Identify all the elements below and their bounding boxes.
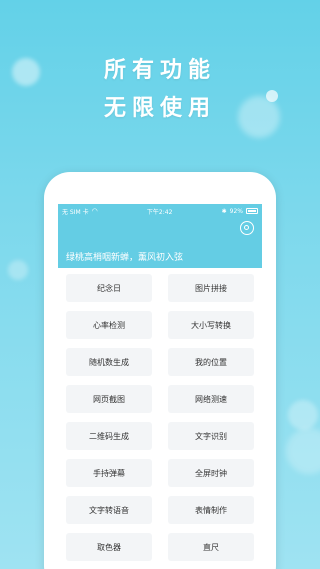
decor-bubble	[286, 428, 320, 474]
feature-button[interactable]: 直尺	[168, 533, 254, 561]
settings-gear-icon[interactable]	[240, 221, 254, 235]
feature-button[interactable]: 表情制作	[168, 496, 254, 524]
battery-percent: 92%	[229, 207, 243, 215]
feature-button[interactable]: 取色器	[66, 533, 152, 561]
status-bar: 无 SIM 卡 ◠ 下午2:42 ✱ 92%	[58, 204, 262, 218]
feature-button[interactable]: 心率检测	[66, 311, 152, 339]
feature-button[interactable]: 文字识别	[168, 422, 254, 450]
promo-headline-line2: 无限使用	[103, 96, 216, 121]
status-time: 下午2:42	[146, 208, 173, 216]
header-slogan: 绿桃高梢咽新蝉，薰风初入弦	[66, 253, 184, 263]
feature-button[interactable]: 文字转语音	[66, 496, 152, 524]
feature-button[interactable]: 手持弹幕	[66, 459, 152, 487]
wifi-icon: ◠	[91, 207, 98, 215]
carrier-label: 无 SIM 卡	[62, 208, 89, 216]
app-header: 无 SIM 卡 ◠ 下午2:42 ✱ 92% 绿桃高梢咽新蝉，薰风初入弦	[58, 204, 262, 268]
app-screen: 无 SIM 卡 ◠ 下午2:42 ✱ 92% 绿桃高梢咽新蝉，薰风初入弦 纪念日…	[58, 204, 262, 569]
feature-button[interactable]: 我的位置	[168, 348, 254, 376]
feature-button[interactable]: 全屏时钟	[168, 459, 254, 487]
feature-button[interactable]: 大小写转换	[168, 311, 254, 339]
feature-button[interactable]: 网络测速	[168, 385, 254, 413]
bluetooth-icon: ✱	[221, 207, 227, 215]
battery-icon	[245, 208, 258, 214]
promo-headline-line1: 所有功能	[103, 58, 216, 83]
decor-bubble	[288, 400, 318, 430]
feature-button[interactable]: 二维码生成	[66, 422, 152, 450]
decor-bubble	[8, 260, 28, 280]
feature-button[interactable]: 随机数生成	[66, 348, 152, 376]
feature-button[interactable]: 纪念日	[66, 274, 152, 302]
feature-button[interactable]: 图片拼接	[168, 274, 254, 302]
feature-button[interactable]: 网页截图	[66, 385, 152, 413]
feature-grid: 纪念日 图片拼接 心率检测 大小写转换 随机数生成 我的位置 网页截图 网络测速…	[58, 268, 262, 561]
